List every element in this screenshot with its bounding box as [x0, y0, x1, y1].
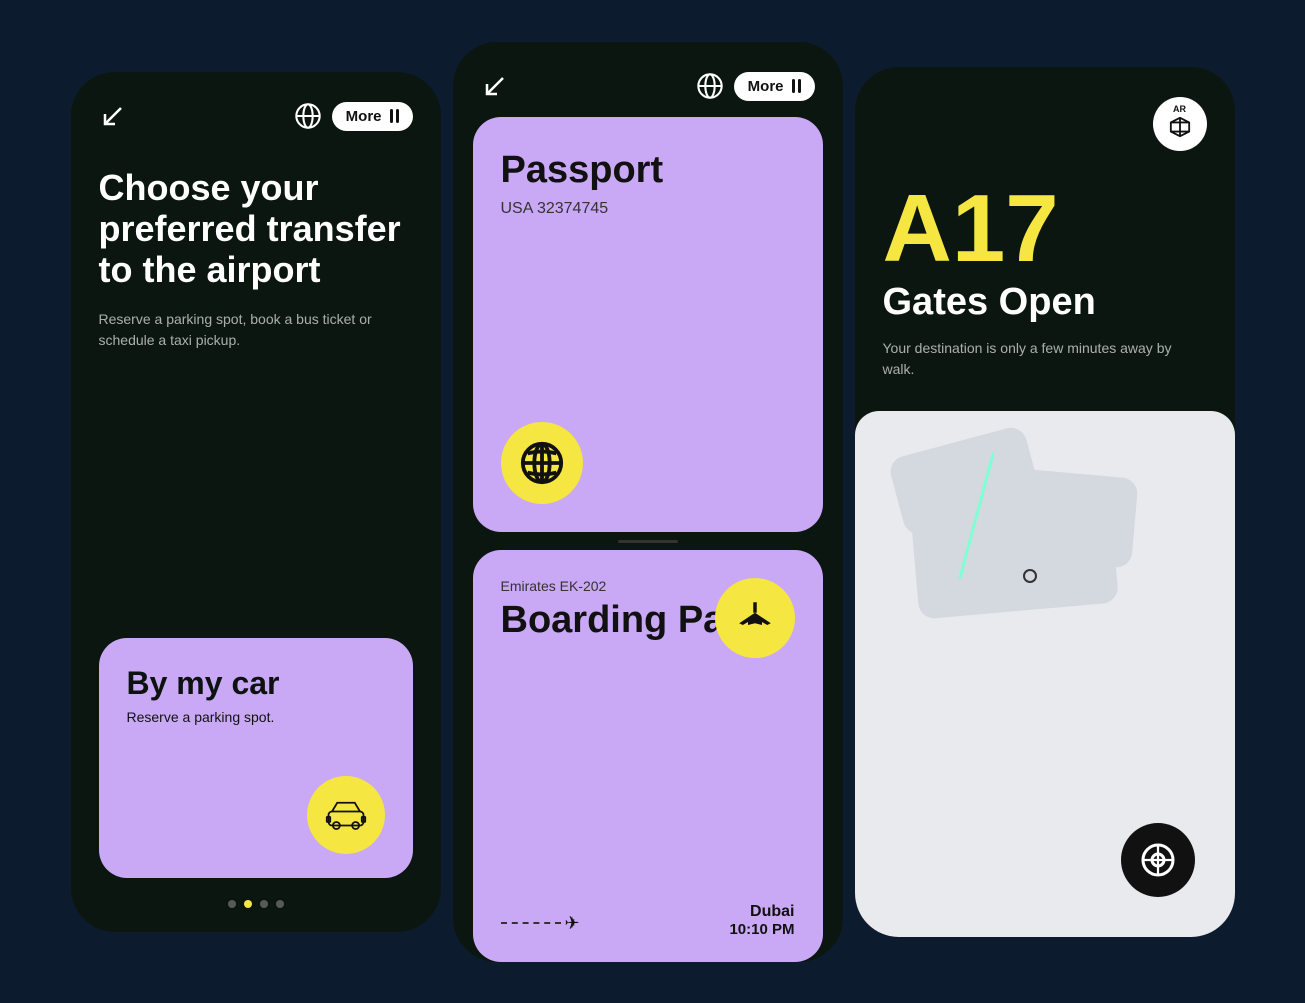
map-dot-start	[1023, 569, 1037, 583]
phone-2-topbar: More	[453, 72, 843, 101]
car-icon-circle	[307, 776, 385, 854]
car-card-sub: Reserve a parking spot.	[127, 709, 385, 725]
passport-number: USA 32374745	[501, 200, 795, 218]
phone2-globe-icon[interactable]	[696, 72, 724, 100]
more-label: More	[346, 108, 382, 125]
phone2-topbar-right: More	[696, 72, 815, 101]
dot-2-active	[244, 900, 252, 908]
dots-row	[99, 900, 413, 908]
dashed-path: ✈	[501, 913, 580, 934]
phone2-pause-icon	[792, 79, 801, 93]
ar-label: AR	[1173, 104, 1186, 114]
map-path-3	[911, 502, 1119, 619]
gates-open: Gates Open	[883, 281, 1207, 324]
topbar-right: More	[294, 102, 413, 131]
phones-container: More Choose your preferred transfer to t…	[0, 0, 1305, 1003]
phone-1-subtext: Reserve a parking spot, book a bus ticke…	[99, 309, 413, 352]
divider-line	[618, 540, 678, 543]
ar-cube-icon	[1169, 116, 1191, 143]
pause-icon	[390, 109, 399, 123]
destination-city: Dubai	[729, 903, 794, 921]
phone-3-desc: Your destination is only a few minutes a…	[883, 338, 1207, 381]
destination-time: 10:10 PM	[729, 921, 794, 938]
dot-1	[228, 900, 236, 908]
gate-number: A17	[883, 181, 1207, 277]
phone-1-heading: Choose your preferred transfer to the ai…	[99, 167, 413, 291]
globe-icon[interactable]	[294, 102, 322, 130]
passport-card[interactable]: Passport USA 32374745	[473, 117, 823, 533]
phone2-arrow-icon	[481, 72, 509, 100]
phone-2: More Passport USA 32374745	[453, 42, 843, 962]
passport-globe-circle	[501, 422, 583, 504]
phone2-more-button[interactable]: More	[734, 72, 815, 101]
phone-1-topbar: More	[99, 102, 413, 131]
phone-3-top: AR A17 Gates Open Your destination is on…	[855, 67, 1235, 401]
ar-button[interactable]: AR	[1153, 97, 1207, 151]
more-button[interactable]: More	[332, 102, 413, 131]
boarding-destination: Dubai 10:10 PM	[729, 903, 794, 938]
car-card-title: By my car	[127, 666, 385, 701]
phone2-more-label: More	[748, 78, 784, 95]
phone-3-topbar: AR	[883, 97, 1207, 151]
phone-1: More Choose your preferred transfer to t…	[71, 72, 441, 932]
passport-title: Passport	[501, 149, 795, 192]
map-section[interactable]	[855, 411, 1235, 937]
card-divider	[473, 532, 823, 550]
plane-circle	[715, 578, 795, 658]
phone-2-cards: Passport USA 32374745 Emira	[453, 117, 843, 962]
map-background	[855, 411, 1235, 937]
map-action-button[interactable]	[1121, 823, 1195, 897]
dot-3	[260, 900, 268, 908]
car-card[interactable]: By my car Reserve a parking spot.	[99, 638, 413, 878]
arrow-icon	[99, 102, 127, 130]
dot-4	[276, 900, 284, 908]
boarding-card[interactable]: Emirates EK-202 Boarding Pass ✈	[473, 550, 823, 962]
phone-3: AR A17 Gates Open Your destination is on…	[855, 67, 1235, 937]
